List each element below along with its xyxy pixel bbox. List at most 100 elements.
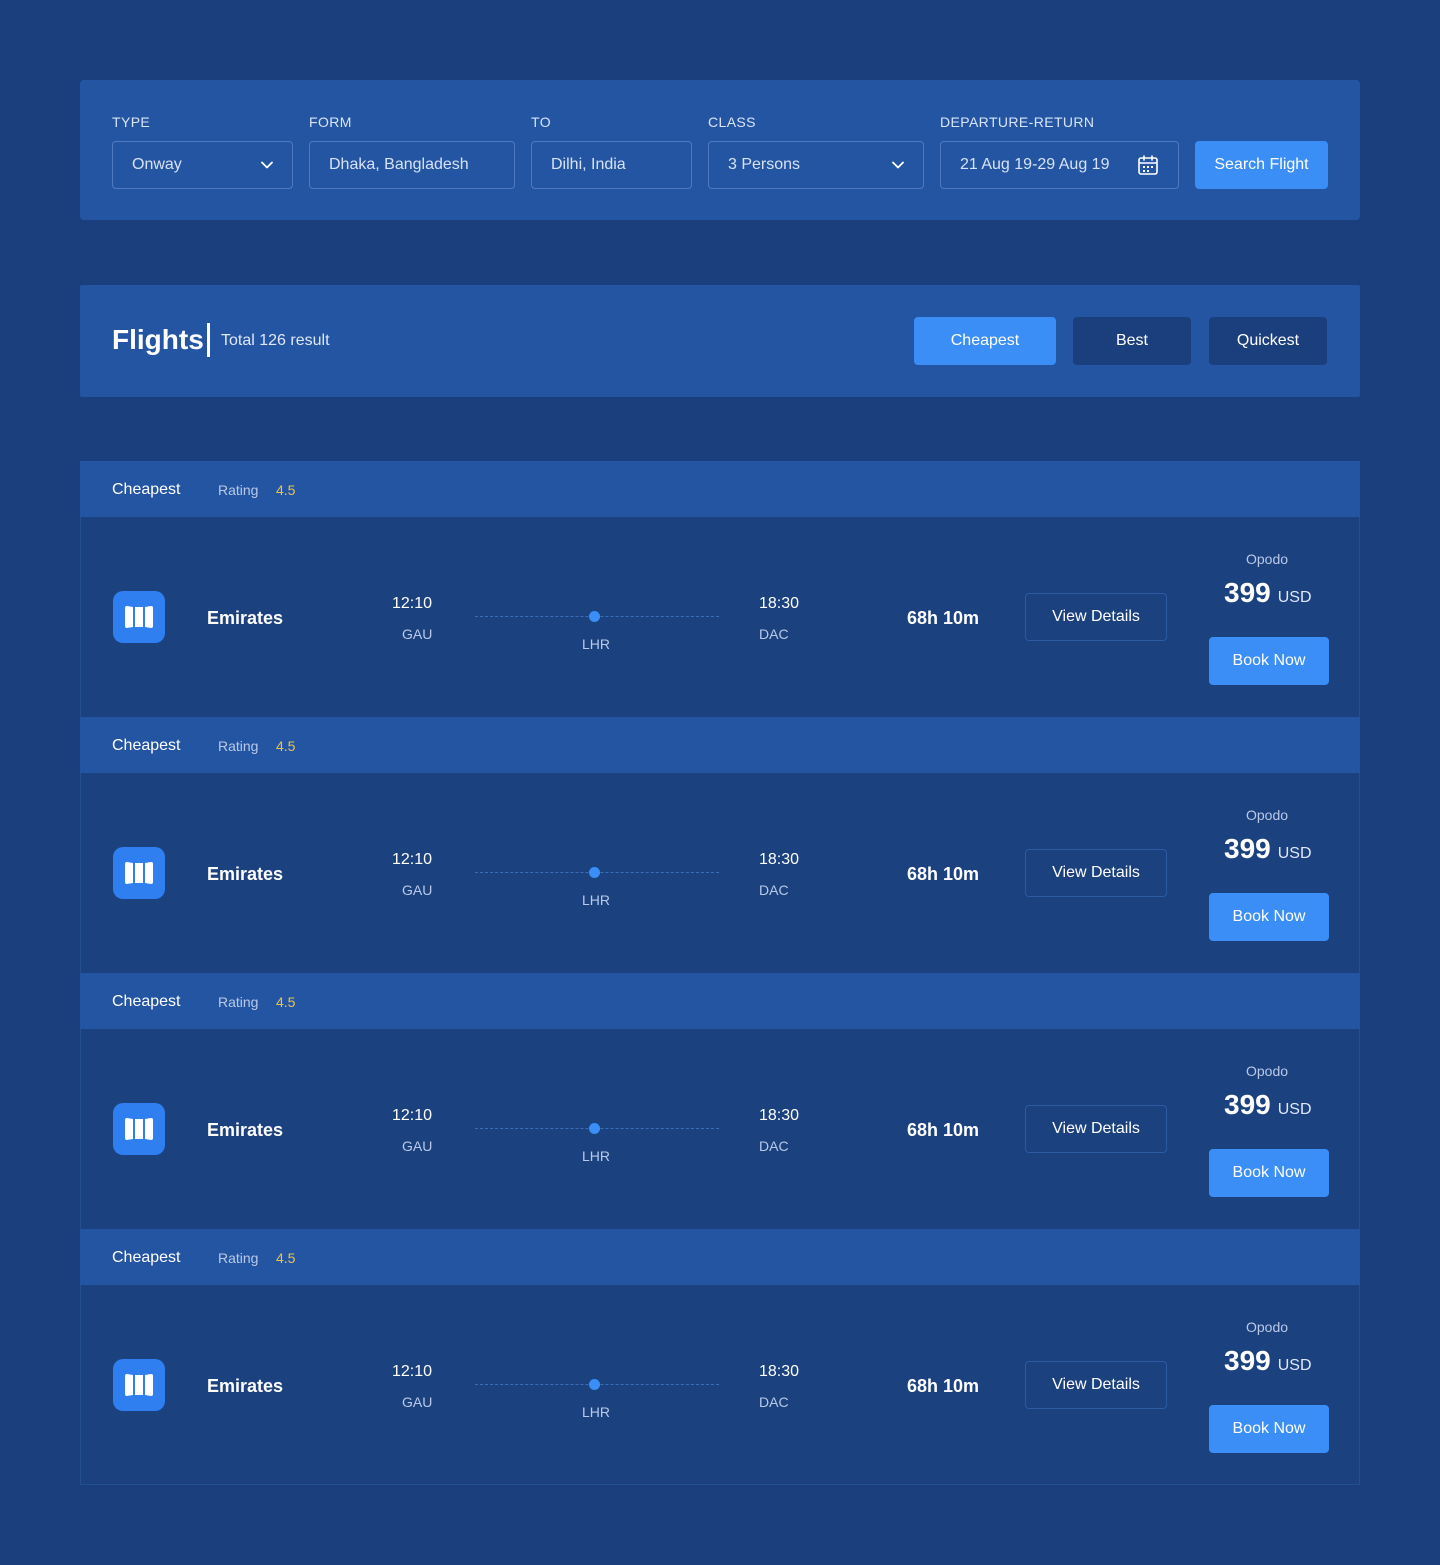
book-now-button[interactable]: Book Now (1209, 1405, 1329, 1453)
type-label: TYPE (112, 114, 151, 130)
arrival-code: DAC (759, 1138, 789, 1154)
departure-time: 12:10 (392, 851, 433, 868)
airline-logo-icon (113, 1103, 165, 1155)
price-currency: USD (1277, 1357, 1312, 1374)
title-divider (207, 323, 210, 357)
flight-tag: Cheapest (112, 993, 181, 1010)
price: 399 USD (1224, 1344, 1344, 1378)
arrival-code: DAC (759, 626, 789, 642)
flight-card-header: Cheapest Rating 4.5 (80, 717, 1360, 773)
view-details-button[interactable]: View Details (1025, 1361, 1167, 1409)
departure-code: GAU (402, 882, 433, 898)
airline-name: Emirates (207, 864, 284, 884)
sort-best-button[interactable]: Best (1073, 317, 1191, 365)
airline-name: Emirates (207, 1376, 284, 1396)
price-amount: 399 (1224, 833, 1271, 864)
rating-value: 4.5 (276, 738, 296, 754)
flight-card-header: Cheapest Rating 4.5 (80, 973, 1360, 1029)
results-count: Total 126 result (221, 332, 330, 349)
flight-card-header: Cheapest Rating 4.5 (80, 461, 1360, 517)
provider-name: Opodo (1246, 551, 1289, 567)
flight-card-body: Emirates 12:10 GAU LHR 18:30 DAC 68h 10m… (80, 1029, 1360, 1229)
rating-label: Rating (218, 1250, 259, 1266)
to-label: TO (531, 114, 551, 130)
book-now-button[interactable]: Book Now (1209, 637, 1329, 685)
dates-value: 21 Aug 19-29 Aug 19 (960, 156, 1110, 173)
stop-dot (589, 611, 600, 622)
arrival-code: DAC (759, 1394, 789, 1410)
class-value: 3 Persons (728, 156, 801, 173)
stop-dot (589, 1123, 600, 1134)
flight-card: Cheapest Rating 4.5 Emirates 12:10 GAU L… (80, 973, 1360, 1229)
price: 399 USD (1224, 1088, 1344, 1122)
sort-cheapest-button[interactable]: Cheapest (914, 317, 1056, 365)
to-field: TO Dilhi, India (531, 114, 692, 189)
airline-name: Emirates (207, 608, 284, 628)
to-value: Dilhi, India (551, 156, 626, 173)
rating-label: Rating (218, 738, 259, 754)
calendar-icon[interactable] (1137, 154, 1159, 176)
stop-dot (589, 1379, 600, 1390)
price-amount: 399 (1224, 1089, 1271, 1120)
flight-duration: 68h 10m (907, 1376, 980, 1396)
view-details-button[interactable]: View Details (1025, 849, 1167, 897)
rating-value: 4.5 (276, 482, 296, 498)
flight-tag: Cheapest (112, 1249, 181, 1266)
flight-duration: 68h 10m (907, 864, 980, 884)
book-now-button[interactable]: Book Now (1209, 1149, 1329, 1197)
price-currency: USD (1277, 1101, 1312, 1118)
provider-name: Opodo (1246, 807, 1289, 823)
provider-name: Opodo (1246, 1063, 1289, 1079)
price-currency: USD (1277, 845, 1312, 862)
departure-code: GAU (402, 626, 433, 642)
search-panel: TYPE Onway FORM Dhaka, Bangladesh TO Dil… (80, 80, 1360, 220)
sort-quickest-button[interactable]: Quickest (1209, 317, 1327, 365)
departure-time: 12:10 (392, 1363, 433, 1380)
flight-tag: Cheapest (112, 481, 181, 498)
arrival-time: 18:30 (759, 595, 800, 612)
rating-label: Rating (218, 994, 259, 1010)
from-field: FORM Dhaka, Bangladesh (309, 114, 515, 189)
flight-card: Cheapest Rating 4.5 Emirates 12:10 GAU L… (80, 717, 1360, 973)
airline-name: Emirates (207, 1120, 284, 1140)
departure-time: 12:10 (392, 595, 433, 612)
class-label: CLASS (708, 114, 756, 130)
view-details-button[interactable]: View Details (1025, 593, 1167, 641)
flight-card: Cheapest Rating 4.5 Emirates 12:10 GAU L… (80, 1229, 1360, 1485)
dates-field: DEPARTURE-RETURN 21 Aug 19-29 Aug 19 (940, 114, 1179, 189)
dates-input[interactable]: 21 Aug 19-29 Aug 19 (940, 141, 1179, 189)
rating-value: 4.5 (276, 994, 296, 1010)
rating-value: 4.5 (276, 1250, 296, 1266)
flight-card-header: Cheapest Rating 4.5 (80, 1229, 1360, 1285)
type-field: TYPE Onway (112, 114, 293, 189)
stop-code: LHR (582, 892, 611, 908)
from-input[interactable]: Dhaka, Bangladesh (309, 141, 515, 189)
dates-label: DEPARTURE-RETURN (940, 114, 1095, 130)
view-details-button[interactable]: View Details (1025, 1105, 1167, 1153)
price: 399 USD (1224, 576, 1344, 610)
class-select[interactable]: 3 Persons (708, 141, 924, 189)
airline-logo-icon (113, 591, 165, 643)
airline-logo-icon (113, 847, 165, 899)
book-now-button[interactable]: Book Now (1209, 893, 1329, 941)
arrival-time: 18:30 (759, 1363, 800, 1380)
search-flight-button[interactable]: Search Flight (1195, 141, 1328, 189)
flight-duration: 68h 10m (907, 608, 980, 628)
from-label: FORM (309, 114, 352, 130)
stop-dot (589, 867, 600, 878)
flight-card-body: Emirates 12:10 GAU LHR 18:30 DAC 68h 10m… (80, 773, 1360, 973)
price-currency: USD (1277, 589, 1312, 606)
class-field: CLASS 3 Persons (708, 114, 924, 189)
page-title: Flights (112, 324, 204, 355)
results-header: Flights Total 126 result Cheapest Best Q… (80, 285, 1360, 397)
type-select[interactable]: Onway (112, 141, 293, 189)
arrival-time: 18:30 (759, 1107, 800, 1124)
arrival-time: 18:30 (759, 851, 800, 868)
departure-code: GAU (402, 1138, 433, 1154)
type-value: Onway (132, 156, 182, 173)
to-input[interactable]: Dilhi, India (531, 141, 692, 189)
flight-tag: Cheapest (112, 737, 181, 754)
stop-code: LHR (582, 1404, 611, 1420)
chevron-down-icon (261, 161, 273, 169)
arrival-code: DAC (759, 882, 789, 898)
